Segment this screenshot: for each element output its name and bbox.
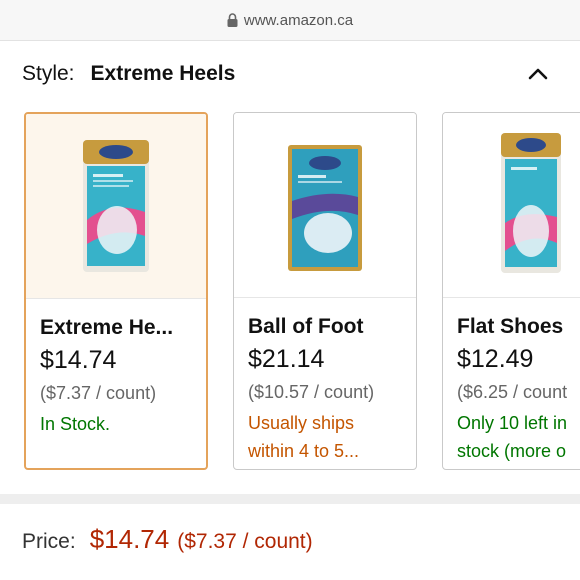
option-name: Ball of Foot (248, 315, 364, 338)
product-image (501, 133, 561, 273)
product-image (83, 140, 149, 272)
option-unit-price: ($7.37 / count) (40, 383, 157, 403)
section-divider (0, 494, 580, 504)
option-price: $21.14 (248, 345, 325, 373)
option-name: Flat Shoes (457, 315, 564, 338)
lock-icon (227, 13, 238, 27)
style-option-flat-shoes[interactable]: Flat Shoes $12.49 ($6.25 / count Only 10… (442, 112, 580, 470)
url-bar[interactable]: www.amazon.ca (0, 0, 580, 41)
style-option-ball-of-foot[interactable]: Ball of Foot $21.14 ($10.57 / count) Usu… (233, 112, 417, 470)
option-price: $12.49 (457, 345, 534, 373)
style-options-carousel[interactable]: Extreme He... $14.74 ($7.37 / count) In … (0, 112, 580, 474)
product-image (288, 145, 362, 271)
product-image-area (26, 114, 206, 299)
option-availability: Only 10 left in stock (more o (457, 413, 568, 461)
price-value: $14.74 (89, 524, 170, 554)
product-image-area (234, 113, 416, 298)
price-summary: Price: $14.74 ($7.37 / count) (22, 524, 313, 555)
option-name: Extreme He... (40, 316, 174, 339)
chevron-up-icon[interactable] (526, 62, 550, 86)
style-label: Style: (22, 62, 75, 85)
price-label: Price: (22, 530, 76, 553)
option-price: $14.74 (40, 346, 117, 374)
price-unit: ($7.37 / count) (177, 530, 313, 553)
url-text: www.amazon.ca (243, 11, 354, 29)
product-image-area (443, 113, 580, 298)
style-option-extreme-heels[interactable]: Extreme He... $14.74 ($7.37 / count) In … (24, 112, 208, 470)
option-availability: In Stock. (40, 414, 111, 434)
option-unit-price: ($6.25 / count (457, 382, 568, 402)
style-value: Extreme Heels (90, 62, 236, 85)
style-selector-header[interactable]: Style: Extreme Heels (22, 58, 558, 90)
option-unit-price: ($10.57 / count) (248, 382, 375, 402)
option-availability: Usually ships within 4 to 5... (248, 413, 360, 461)
